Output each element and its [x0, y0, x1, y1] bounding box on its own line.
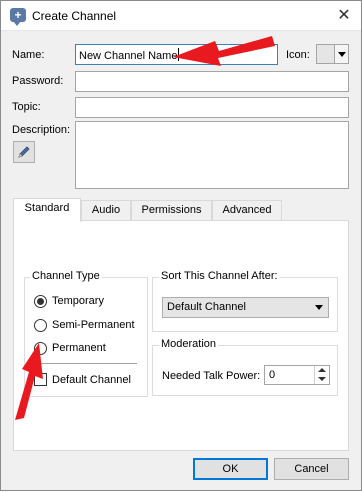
- stepper-up-icon[interactable]: [318, 368, 326, 372]
- cancel-button[interactable]: Cancel: [274, 458, 349, 480]
- stepper-buttons[interactable]: [314, 366, 329, 384]
- channel-icon-select[interactable]: [316, 44, 349, 64]
- create-channel-dialog: + Create Channel ✕ Name: New Channel Nam…: [0, 0, 362, 491]
- icon-label: Icon:: [286, 49, 310, 61]
- channel-type-title: Channel Type: [30, 270, 102, 282]
- app-icon-plus: +: [14, 8, 22, 22]
- semi-permanent-label[interactable]: Semi-Permanent: [52, 319, 135, 331]
- temporary-radio[interactable]: [34, 295, 47, 308]
- name-label: Name:: [12, 49, 45, 61]
- tab-advanced[interactable]: Advanced: [212, 200, 282, 221]
- chevron-down-icon[interactable]: [334, 45, 348, 63]
- permanent-radio[interactable]: [34, 342, 47, 355]
- pencil-icon: [18, 146, 30, 158]
- needed-talk-power-label: Needed Talk Power:: [162, 370, 261, 382]
- window-title: Create Channel: [32, 9, 117, 23]
- password-label: Password:: [12, 75, 64, 87]
- default-channel-checkbox[interactable]: [34, 373, 47, 386]
- close-icon[interactable]: ✕: [333, 5, 355, 27]
- tab-permissions[interactable]: Permissions: [131, 200, 212, 221]
- temporary-label[interactable]: Temporary: [52, 295, 104, 307]
- topic-label: Topic:: [12, 101, 41, 113]
- default-channel-label[interactable]: Default Channel: [52, 374, 131, 386]
- text-caret: [178, 48, 180, 61]
- password-input[interactable]: [75, 71, 349, 92]
- ok-button[interactable]: OK: [193, 458, 268, 480]
- sort-after-select[interactable]: Default Channel: [162, 297, 329, 318]
- edit-description-button[interactable]: [13, 141, 35, 163]
- description-label: Description:: [12, 124, 71, 136]
- tab-audio[interactable]: Audio: [81, 200, 131, 221]
- channel-name-value: New Channel Name: [79, 50, 178, 62]
- topic-input[interactable]: [75, 97, 349, 118]
- stepper-down-icon[interactable]: [318, 377, 326, 381]
- chevron-down-icon: [315, 305, 323, 310]
- tab-standard[interactable]: Standard: [13, 198, 81, 222]
- needed-talk-power-value: 0: [269, 369, 276, 381]
- semi-permanent-radio[interactable]: [34, 319, 47, 332]
- title-bar[interactable]: + Create Channel ✕: [1, 1, 361, 31]
- description-textarea[interactable]: [75, 121, 349, 189]
- teamspeak-app-icon: +: [10, 8, 26, 26]
- sort-title: Sort This Channel After:: [159, 270, 280, 282]
- permanent-label[interactable]: Permanent: [52, 342, 106, 354]
- needed-talk-power-stepper[interactable]: 0: [264, 365, 330, 385]
- sort-after-value: Default Channel: [167, 301, 246, 313]
- group-divider: [34, 363, 137, 364]
- moderation-title: Moderation: [159, 338, 219, 350]
- channel-name-input[interactable]: New Channel Name: [75, 44, 278, 65]
